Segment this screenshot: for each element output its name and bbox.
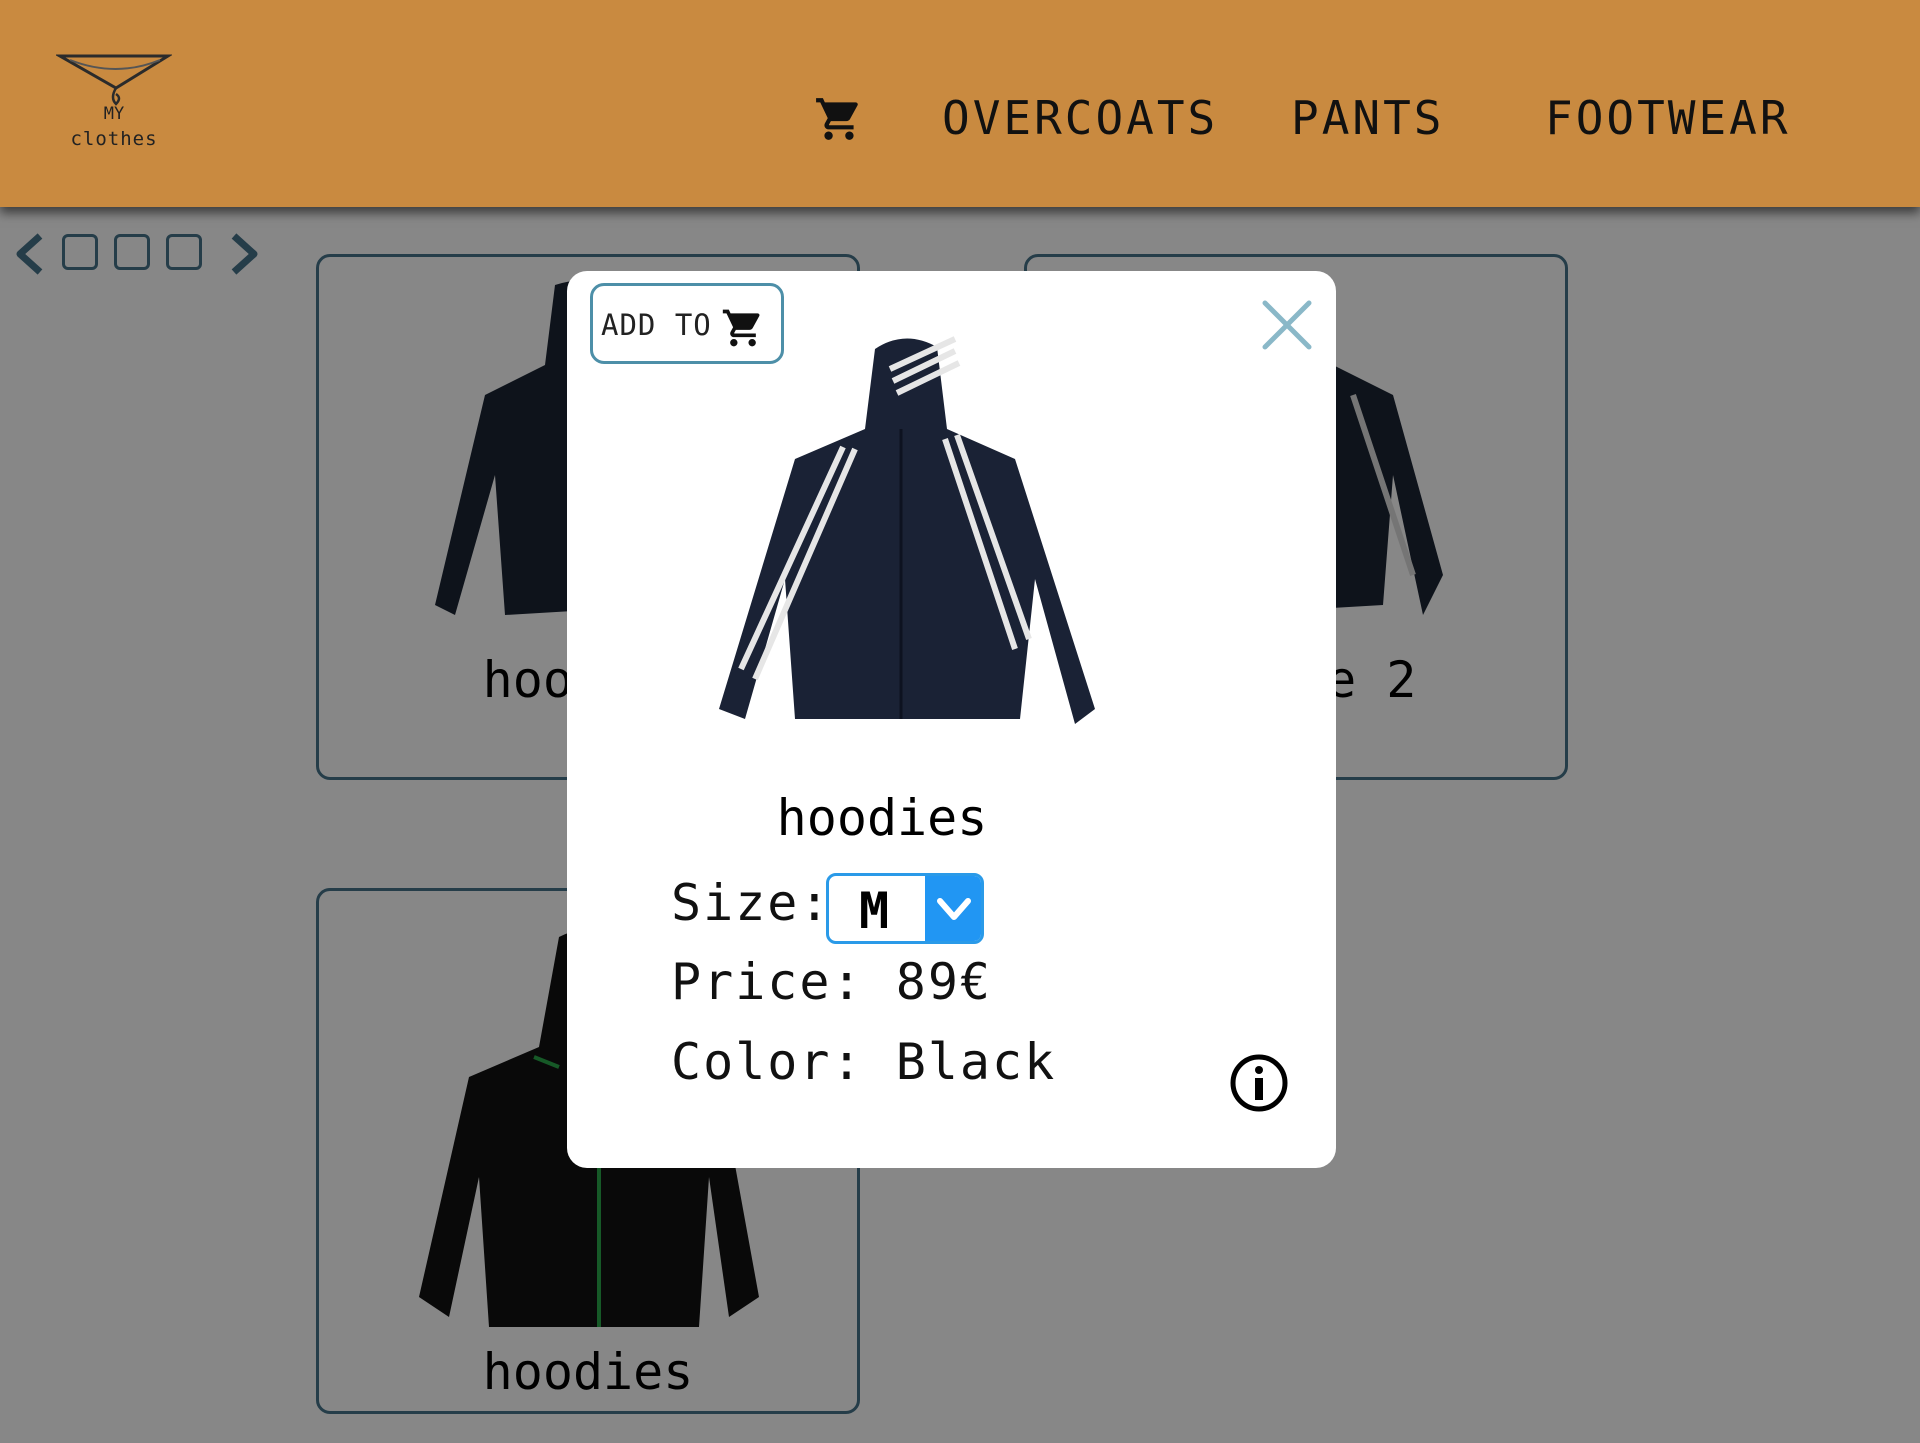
site-logo[interactable]: MY clothes	[52, 48, 176, 158]
close-modal-button[interactable]	[1261, 299, 1313, 351]
nav-link-overcoats[interactable]: OVERCOATS	[942, 90, 1218, 146]
chevron-down-icon	[937, 898, 971, 920]
cart-icon	[816, 98, 858, 140]
hanger-logo-icon	[56, 54, 172, 106]
logo-text-clothes: clothes	[70, 128, 158, 150]
close-icon	[1262, 300, 1312, 350]
color-text: Color: Black	[671, 1033, 1057, 1091]
nav-link-pants[interactable]: PANTS	[1291, 90, 1444, 146]
size-select[interactable]: M	[826, 873, 984, 944]
price-text: Price: 89€	[671, 953, 993, 1011]
size-select-arrow[interactable]	[925, 876, 981, 941]
page: MY clothes OVERCOATS PANTS FOOTWEAR 2 ho…	[0, 0, 1920, 1443]
add-to-cart-label: ADD TO	[601, 308, 712, 342]
hoodie-product-image	[719, 336, 1095, 724]
site-header: MY clothes OVERCOATS PANTS FOOTWEAR	[0, 0, 1920, 207]
cart-nav-button[interactable]	[814, 94, 864, 144]
info-button[interactable]	[1229, 1053, 1289, 1113]
info-icon	[1230, 1054, 1288, 1112]
size-select-value: M	[859, 882, 890, 940]
size-label: Size:	[671, 874, 832, 932]
logo-text-my: MY	[103, 104, 125, 124]
product-title: hoodies	[776, 789, 988, 847]
product-detail-modal: ADD TO hoodies Size: M Price: 89€ Color:…	[567, 271, 1336, 1168]
nav-link-footwear[interactable]: FOOTWEAR	[1545, 90, 1791, 146]
